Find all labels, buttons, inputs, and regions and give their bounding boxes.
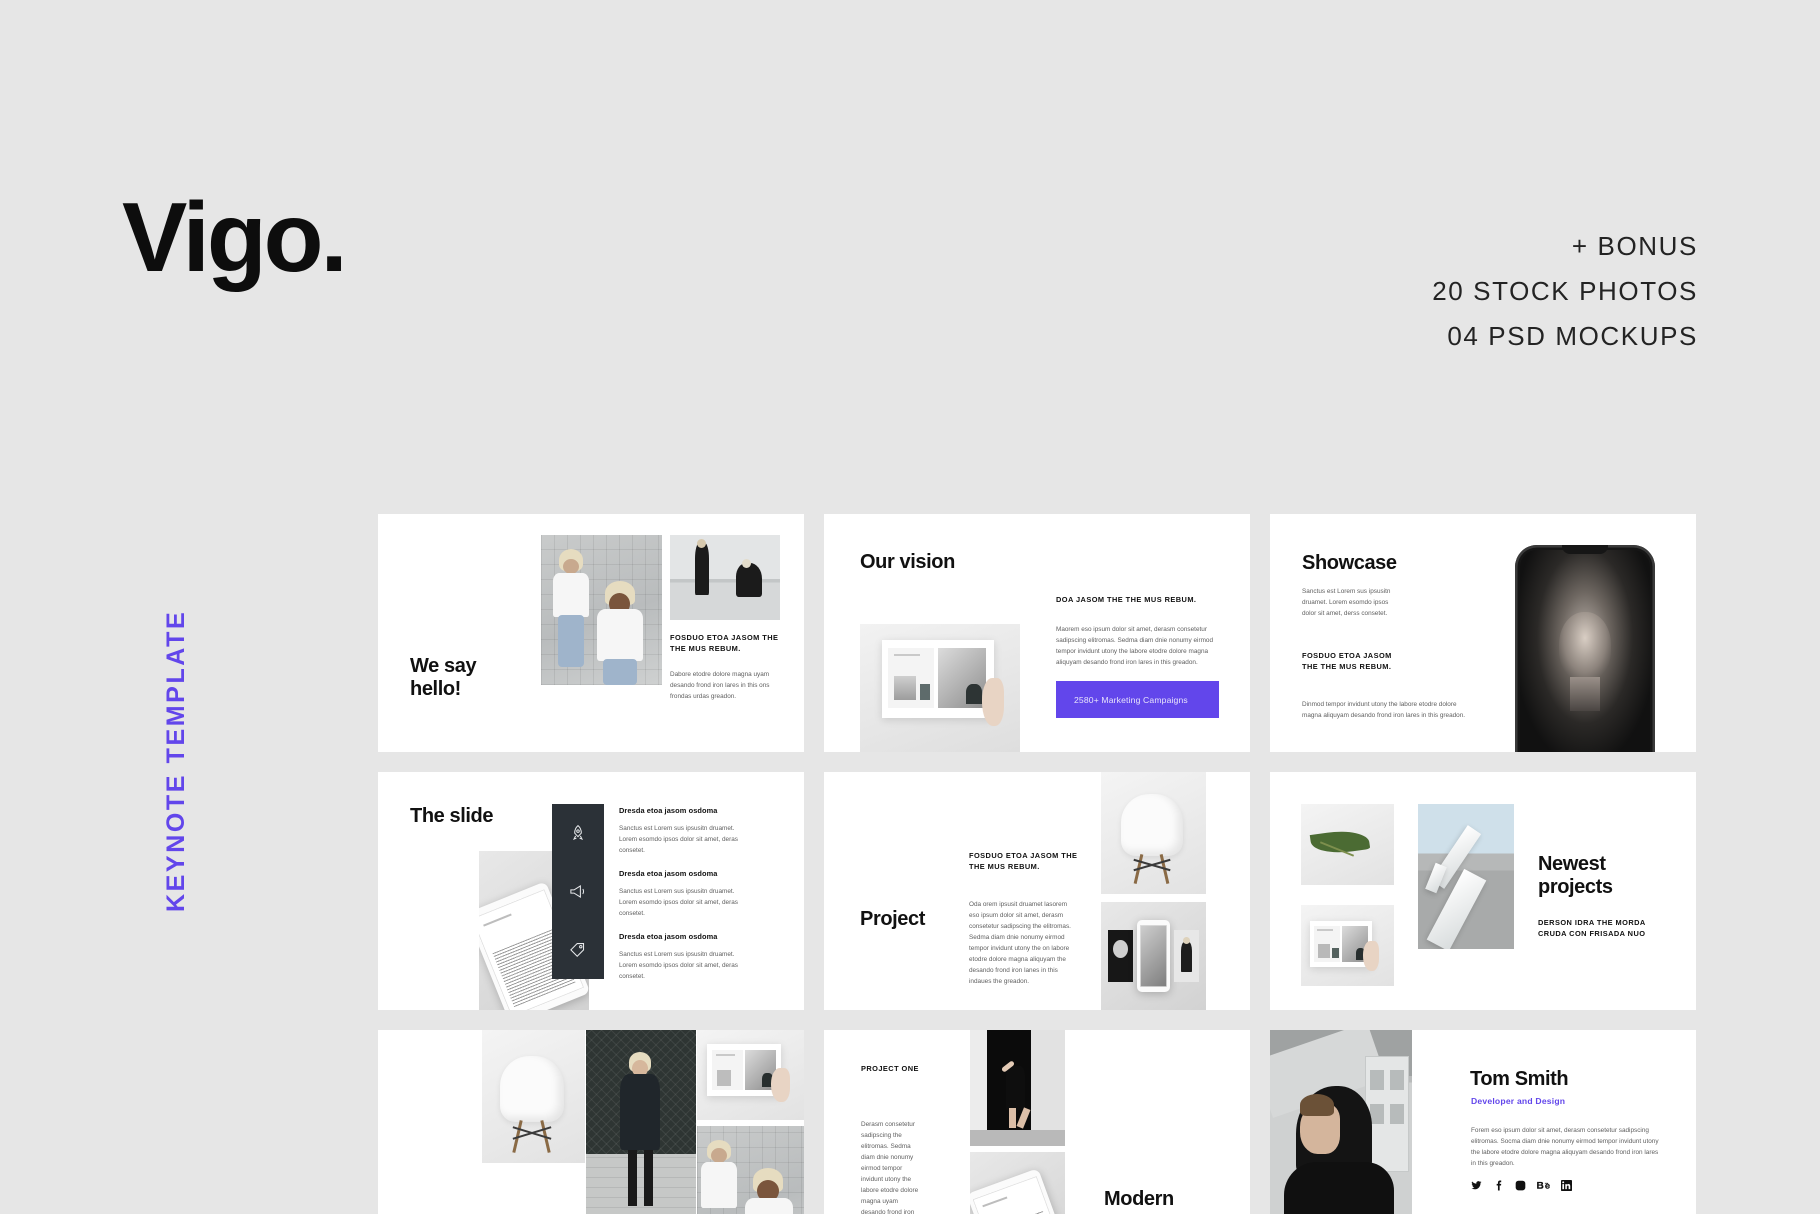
bonus-list: + BONUS 20 STOCK PHOTOS 04 PSD MOCKUPS bbox=[1432, 224, 1698, 359]
slide-we-say-hello[interactable]: We say hello! FOSDUO ETOA JASOM THE THE … bbox=[378, 514, 804, 752]
slide-kicker: DERSON IDRA THE MORDA CRUDA CON FRISADA … bbox=[1538, 918, 1646, 939]
slide-title: The slide bbox=[410, 805, 494, 827]
slide-body-top: Sanctus est Lorem sus ipsusitn druamet. … bbox=[1302, 588, 1391, 618]
slide-title: Project bbox=[860, 908, 926, 930]
photo-street-pair bbox=[697, 1126, 804, 1214]
feature-item: Dresda etoa jasom osdoma Sanctus est Lor… bbox=[619, 868, 739, 919]
behance-icon[interactable] bbox=[1537, 1180, 1550, 1191]
phone-mockup bbox=[1515, 545, 1655, 752]
feature-body: Sanctus est Lorem sus ipsusitn druamet. … bbox=[619, 888, 738, 918]
slide-title: Our vision bbox=[860, 551, 955, 573]
cta-label: 2580+ Marketing Campaigns bbox=[1074, 694, 1188, 705]
slide-kicker: FOSDUO ETOA JASOM THE THE MUS REBUM. bbox=[1302, 651, 1392, 672]
photo-magazine-hand bbox=[860, 624, 1020, 752]
slide-gallery[interactable] bbox=[378, 1030, 804, 1214]
photo-booklet bbox=[1301, 905, 1394, 986]
slide-kicker: FOSDUO ETOA JASOM THE THE MUS REBUM. bbox=[969, 851, 1078, 872]
photo-phone-posters bbox=[1101, 902, 1206, 1010]
photo-chair bbox=[482, 1030, 585, 1163]
feature-heading: Dresda etoa jasom osdoma bbox=[619, 932, 718, 941]
slide-title: Modern bbox=[1104, 1188, 1174, 1210]
slide-project[interactable]: Project FOSDUO ETOA JASOM THE THE MUS RE… bbox=[824, 772, 1250, 1010]
poster-canvas: Vigo. + BONUS 20 STOCK PHOTOS 04 PSD MOC… bbox=[0, 0, 1820, 1214]
photo-fence-portrait bbox=[586, 1030, 696, 1214]
slide-body: Forem eso ipsum dolor sit amet, derasm c… bbox=[1471, 1127, 1659, 1168]
slide-subtitle: Developer and Design bbox=[1471, 1096, 1566, 1106]
slide-title: Showcase bbox=[1302, 552, 1397, 574]
slide-body: Maorem eso ipsum dolor sit amet, derasm … bbox=[1056, 626, 1214, 667]
feature-heading: Dresda etoa jasom osdoma bbox=[619, 806, 718, 815]
feature-body: Sanctus est Lorem sus ipsusitn druamet. … bbox=[619, 825, 738, 855]
slide-body: Oda orem ipsusit druamet lasorem eso ips… bbox=[969, 901, 1071, 986]
megaphone-icon bbox=[569, 882, 588, 901]
instagram-icon[interactable] bbox=[1515, 1180, 1526, 1191]
photo-booklet bbox=[697, 1030, 804, 1120]
slide-tom-smith[interactable]: Tom Smith Developer and Design Forem eso… bbox=[1270, 1030, 1696, 1214]
slide-grid: We say hello! FOSDUO ETOA JASOM THE THE … bbox=[378, 514, 1696, 1214]
feature-icon-panel bbox=[552, 804, 604, 979]
rocket-icon bbox=[569, 824, 588, 843]
photo-portrait-hoodie bbox=[1270, 1030, 1412, 1214]
phone-screen bbox=[1520, 550, 1650, 752]
slide-newest-projects[interactable]: Newest projects DERSON IDRA THE MORDA CR… bbox=[1270, 772, 1696, 1010]
tag-icon bbox=[569, 940, 588, 959]
vertical-label-text: KEYNOTE TEMPLATE bbox=[162, 609, 190, 912]
slide-title: We say hello! bbox=[410, 655, 477, 700]
slide-kicker: FOSDUO ETOA JASOM THE THE MUS REBUM. bbox=[670, 633, 779, 654]
feature-item: Dresda etoa jasom osdoma Sanctus est Lor… bbox=[619, 931, 739, 982]
slide-our-vision[interactable]: Our vision DOA JASOM THE THE MUS REBUM. … bbox=[824, 514, 1250, 752]
slide-body: Derasm consetetur sadipscing the elitrom… bbox=[861, 1121, 919, 1214]
vertical-label: KEYNOTE TEMPLATE bbox=[128, 512, 190, 912]
twitter-icon[interactable] bbox=[1471, 1180, 1482, 1191]
linkedin-icon[interactable] bbox=[1561, 1180, 1572, 1191]
bonus-line-1: + BONUS bbox=[1571, 231, 1698, 261]
slide-kicker: DOA JASOM THE THE MUS REBUM. bbox=[1056, 595, 1197, 604]
slide-the-slide[interactable]: The slide Dresda etoa jasom osdoma Sanct… bbox=[378, 772, 804, 1010]
photo-chair bbox=[1101, 772, 1206, 894]
slide-kicker: PROJECT ONE bbox=[861, 1064, 919, 1073]
marketing-campaigns-cta[interactable]: 2580+ Marketing Campaigns bbox=[1056, 681, 1219, 718]
slide-showcase[interactable]: Showcase Sanctus est Lorem sus ipsusitn … bbox=[1270, 514, 1696, 752]
photo-leaf bbox=[1301, 804, 1394, 885]
social-links bbox=[1471, 1180, 1572, 1191]
facebook-icon[interactable] bbox=[1493, 1180, 1504, 1191]
feature-body: Sanctus est Lorem sus ipsusitn druamet. … bbox=[619, 951, 738, 981]
photo-tablet-flatlay bbox=[970, 1152, 1065, 1214]
slide-body: Dabore etodre dolore magna uyam desando … bbox=[670, 671, 770, 701]
feature-item: Dresda etoa jasom osdoma Sanctus est Lor… bbox=[619, 805, 739, 856]
brand-title: Vigo. bbox=[122, 182, 348, 292]
bonus-line-3: 04 PSD MOCKUPS bbox=[1447, 321, 1698, 351]
feature-heading: Dresda etoa jasom osdoma bbox=[619, 869, 718, 878]
slide-title: Tom Smith bbox=[1470, 1068, 1569, 1090]
slide-project-one[interactable]: PROJECT ONE Derasm consetetur sadipscing… bbox=[824, 1030, 1250, 1214]
photo-architecture bbox=[1418, 804, 1514, 949]
slide-title: Newest projects bbox=[1538, 853, 1613, 898]
bonus-line-2: 20 STOCK PHOTOS bbox=[1432, 276, 1698, 306]
photo-wall-duo bbox=[670, 535, 780, 620]
phone-notch bbox=[1562, 545, 1608, 554]
photo-doorway-figure bbox=[970, 1030, 1065, 1146]
slide-body-bottom: Dinmod tempor invidunt utony the labore … bbox=[1302, 701, 1466, 720]
photo-street-pair bbox=[541, 535, 662, 685]
